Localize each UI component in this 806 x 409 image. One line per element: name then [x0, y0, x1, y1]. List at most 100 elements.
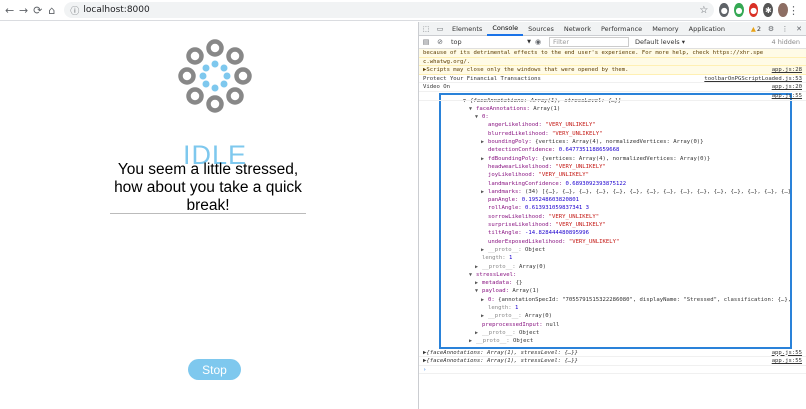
caret-down-icon[interactable]: ▼ — [469, 271, 476, 279]
warning-counter[interactable]: ▲ 2 — [751, 25, 764, 33]
caret-right-icon[interactable]: ▶ — [481, 138, 488, 146]
tree-node[interactable]: ▶ __proto__: Object — [463, 329, 790, 337]
extension-icon[interactable]: ● — [748, 3, 759, 17]
tree-value: {vertices: Array(4), normalizedVertices:… — [535, 139, 704, 146]
tree-node[interactable]: ▶ __proto__: Object — [463, 337, 790, 345]
tree-value: Object — [519, 329, 540, 336]
sidebar-toggle-icon[interactable]: ▤ — [419, 35, 433, 49]
tree-key: length: — [482, 255, 509, 262]
tab-sources[interactable]: Sources — [523, 22, 559, 36]
extension-icon[interactable]: ● — [719, 3, 730, 17]
address-bar[interactable]: ⓘ localhost:8000 ☆ — [64, 2, 715, 18]
tab-console[interactable]: Console — [487, 22, 524, 36]
tab-network[interactable]: Network — [559, 22, 596, 36]
tree-node[interactable]: ▼ faceAnnotations: Array(1) — [463, 105, 790, 113]
caret-right-icon[interactable]: ▶ — [481, 296, 488, 304]
inspect-icon[interactable]: ⬚ — [419, 22, 433, 36]
tree-node[interactable]: ▶ metadata: {} — [463, 279, 790, 287]
tree-key: payload: — [482, 288, 513, 295]
tree-key: boundingPoly: — [488, 139, 536, 146]
more-icon[interactable]: ⋮ — [778, 22, 792, 36]
tree-value: {} — [515, 280, 523, 287]
console-message: app.js:55 — [419, 92, 806, 101]
eye-icon[interactable]: ◉ — [531, 35, 545, 49]
tree-key: detectionConfidence: — [488, 147, 559, 154]
tree-node[interactable]: ▶ 0: {annotationSpecId: "7055791515322286… — [463, 296, 790, 304]
caret-right-icon[interactable]: ▶ — [481, 188, 488, 196]
tree-node[interactable]: ▶ __proto__: Array(0) — [463, 263, 790, 271]
tree-node[interactable]: ▶ boundingPoly: {vertices: Array(4), norm… — [463, 138, 790, 146]
tree-node[interactable]: ▼ 0: — [463, 113, 790, 121]
source-link[interactable]: app.js:55 — [772, 357, 802, 365]
tree-node[interactable]: ▶ __proto__: Object — [463, 246, 790, 254]
source-link[interactable]: toolbarOnPGScriptLoaded.js:53 — [704, 75, 802, 83]
avatar[interactable] — [778, 3, 788, 17]
console-message-text: c.whatwg.org/. — [423, 58, 471, 65]
source-link[interactable]: app.js:20 — [772, 83, 802, 91]
object-tree[interactable]: ▼ {faceAnnotations: Array(1), stressLevel… — [439, 92, 792, 349]
forward-icon[interactable]: → — [18, 2, 29, 18]
tree-value: Array(1) — [512, 288, 540, 295]
console-message-text: ▶{faceAnnotations: Array(1), stressLevel… — [423, 349, 578, 356]
menu-icon[interactable]: ⋮ — [788, 2, 799, 18]
context-select[interactable]: top ▼ — [451, 38, 531, 46]
tree-value: {vertices: Array(4), normalizedVertices:… — [541, 155, 711, 162]
caret-right-icon[interactable]: ▶ — [481, 246, 488, 254]
caret-down-icon[interactable]: ▼ — [475, 287, 482, 295]
tree-key: __proto__: — [488, 313, 526, 320]
caret-right-icon[interactable]: ▶ — [481, 155, 488, 163]
stop-button[interactable]: Stop — [188, 359, 241, 380]
tree-value: null — [546, 321, 560, 328]
caret-right-icon[interactable]: ▶ — [481, 312, 488, 320]
levels-dropdown[interactable]: Default levels ▾ — [635, 38, 685, 46]
tab-application[interactable]: Application — [684, 22, 730, 36]
source-link[interactable]: app.js:55 — [772, 92, 802, 100]
caret-down-icon[interactable]: ▼ — [475, 113, 482, 121]
caret-right-icon[interactable]: ▶ — [475, 279, 482, 287]
source-link[interactable]: app.js:55 — [772, 349, 802, 357]
back-icon[interactable]: ← — [4, 2, 15, 18]
prompt-icon: › — [423, 366, 427, 373]
tab-elements[interactable]: Elements — [447, 22, 487, 36]
clear-console-icon[interactable]: ⊘ — [433, 35, 447, 49]
close-icon[interactable]: ✕ — [792, 22, 806, 36]
home-icon[interactable]: ⌂ — [46, 2, 57, 18]
caret-right-icon[interactable]: ▶ — [475, 263, 482, 271]
source-link[interactable]: app.js:28 — [772, 66, 802, 74]
tree-node: angerLikelihood: "VERY_UNLIKELY" — [463, 121, 790, 129]
devtools-tabs: ⬚ ▭ Elements Console Sources Network Perform… — [419, 22, 806, 36]
tree-value: (34) [{…}, {…}, {…}, {…}, {…}, {…}, {…},… — [525, 188, 790, 195]
bookmark-star-icon[interactable]: ☆ — [699, 5, 708, 16]
tree-key: rollAngle: — [488, 205, 526, 212]
tree-node[interactable]: ▶ __proto__: Array(0) — [463, 312, 790, 320]
tree-key: __proto__: — [488, 246, 526, 253]
reload-icon[interactable]: ⟳ — [32, 2, 43, 18]
puzzle-icon[interactable]: ✱ — [763, 3, 774, 17]
tree-value: Object — [525, 246, 546, 253]
console-message: ▶{faceAnnotations: Array(1), stressLevel… — [419, 349, 806, 358]
console-message: ▶{faceAnnotations: Array(1), stressLevel… — [419, 357, 806, 366]
tree-node[interactable]: ▼ stressLevel: — [463, 271, 790, 279]
console-message: ▶Scripts may close only the windows that… — [419, 66, 806, 75]
tab-memory[interactable]: Memory — [647, 22, 683, 36]
device-toggle-icon[interactable]: ▭ — [433, 22, 447, 36]
caret-down-icon[interactable]: ▼ — [469, 105, 476, 113]
tree-value: "VERY_UNLIKELY" — [548, 213, 600, 220]
tree-key: landmarkingConfidence: — [488, 180, 566, 187]
extension-icon[interactable]: ● — [734, 3, 744, 17]
tree-node[interactable]: ▶ landmarks: (34) [{…}, {…}, {…}, {…}, {…… — [463, 188, 790, 196]
tree-key: landmarks: — [488, 188, 526, 195]
tree-node[interactable]: ▼ payload: Array(1) — [463, 287, 790, 295]
caret-right-icon[interactable]: ▶ — [469, 337, 476, 345]
tree-node[interactable]: ▶ fdBoundingPoly: {vertices: Array(4), no… — [463, 155, 790, 163]
tree-node: underExposedLikelihood: "VERY_UNLIKELY" — [463, 238, 790, 246]
console-message: Protect Your Financial Transactions toolb… — [419, 75, 806, 84]
filter-input[interactable]: Filter — [549, 37, 629, 47]
console-prompt[interactable]: › — [419, 366, 806, 375]
tree-node: preprocessedInput: null — [463, 321, 790, 329]
tree-key: headwearLikelihood: — [488, 163, 556, 170]
info-icon[interactable]: ⓘ — [70, 4, 79, 17]
tab-performance[interactable]: Performance — [596, 22, 647, 36]
caret-right-icon[interactable]: ▶ — [475, 329, 482, 337]
settings-gear-icon[interactable]: ⚙ — [764, 22, 778, 36]
